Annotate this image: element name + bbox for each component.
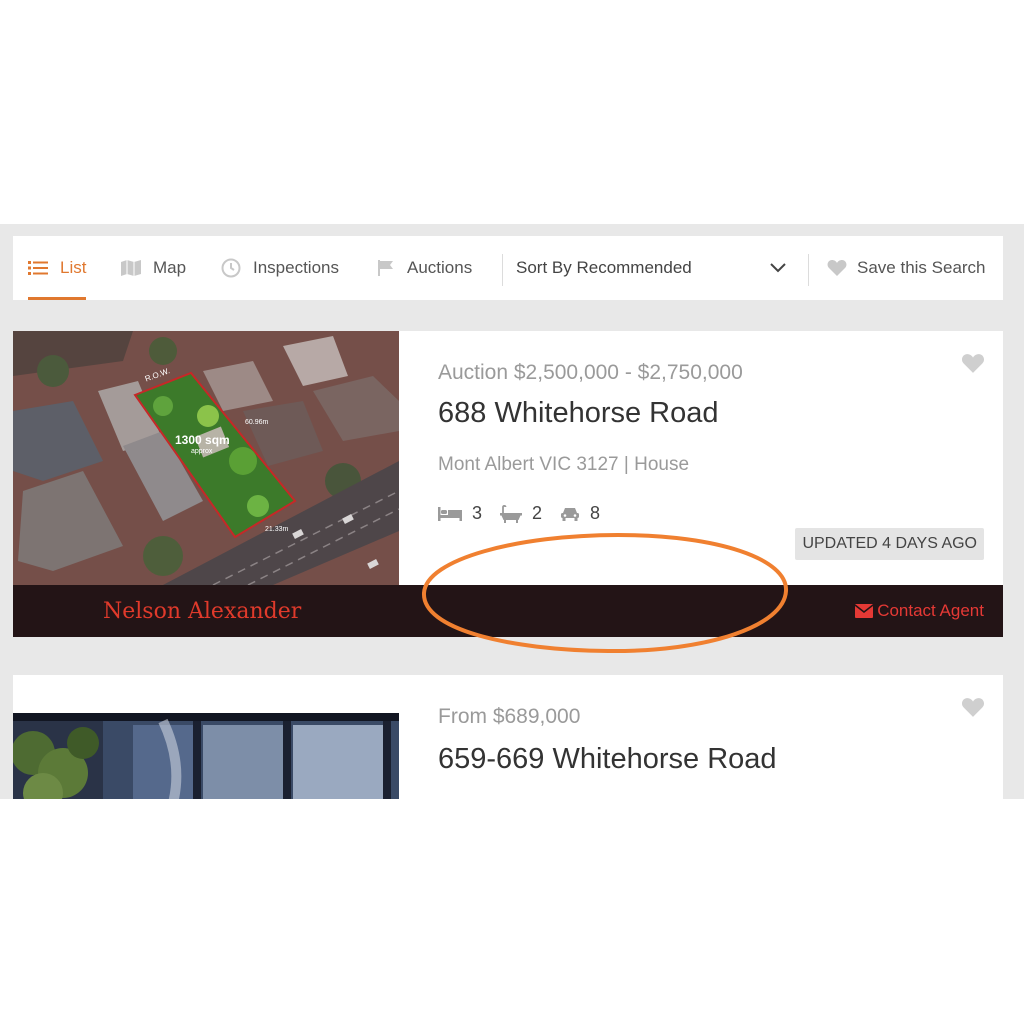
bath-icon xyxy=(500,504,523,523)
cars-count: 8 xyxy=(590,503,601,523)
cars-feature: 8 xyxy=(560,503,600,524)
tab-map[interactable]: Map xyxy=(121,236,186,300)
property-aerial-photo[interactable]: 1300 sqm approx R.O.W. 60.96m 21.33m xyxy=(13,331,399,585)
toolbar-divider xyxy=(808,254,809,286)
baths-feature: 2 xyxy=(500,503,542,524)
chevron-down-icon xyxy=(770,263,786,273)
envelope-icon xyxy=(855,604,874,618)
sort-label: Sort By Recommended xyxy=(516,258,692,277)
beds-count: 3 xyxy=(472,503,483,523)
bed-icon xyxy=(438,506,462,521)
area-label: 1300 sqm xyxy=(175,433,230,447)
tab-list-label: List xyxy=(60,258,87,277)
tab-inspections-label: Inspections xyxy=(253,258,339,277)
area-note: approx xyxy=(191,448,213,455)
map-icon xyxy=(121,260,141,276)
list-icon xyxy=(28,261,48,275)
listing-card[interactable]: From $689,000 659-669 Whitehorse Road xyxy=(13,675,1003,799)
listing-address[interactable]: 688 Whitehorse Road xyxy=(438,397,719,430)
updated-badge: UPDATED 4 DAYS AGO xyxy=(795,528,984,560)
listing-price: From $689,000 xyxy=(438,705,581,728)
tab-map-label: Map xyxy=(153,258,187,277)
tab-auctions[interactable]: Auctions xyxy=(377,236,472,300)
beds-feature: 3 xyxy=(438,503,482,524)
agent-bar: Nelson Alexander Contact Agent xyxy=(13,585,1003,637)
listing-card[interactable]: 1300 sqm approx R.O.W. 60.96m 21.33m Auc… xyxy=(13,331,1003,637)
baths-count: 2 xyxy=(532,503,543,523)
contact-agent-button[interactable]: Contact Agent xyxy=(855,601,984,621)
tab-auctions-label: Auctions xyxy=(407,258,473,277)
heart-icon xyxy=(961,354,985,373)
results-area: List Map Inspections Auctions Sort By Re… xyxy=(0,224,1024,799)
tab-list[interactable]: List xyxy=(28,236,87,300)
flag-icon xyxy=(378,260,393,276)
clock-icon xyxy=(221,258,241,278)
favourite-button[interactable] xyxy=(961,697,985,723)
favourite-button[interactable] xyxy=(961,353,985,379)
results-toolbar: List Map Inspections Auctions Sort By Re… xyxy=(13,236,1003,300)
side-dimension: 60.96m xyxy=(245,419,269,426)
heart-icon xyxy=(961,698,985,717)
contact-agent-label: Contact Agent xyxy=(877,601,984,620)
sort-dropdown[interactable]: Sort By Recommended xyxy=(516,236,786,300)
listing-suburb: Mont Albert VIC 3127 | House xyxy=(438,454,690,475)
property-photo[interactable] xyxy=(13,713,399,799)
listing-price: Auction $2,500,000 - $2,750,000 xyxy=(438,361,743,384)
agency-logo[interactable]: Nelson Alexander xyxy=(103,599,301,624)
save-search-label: Save this Search xyxy=(857,258,986,277)
front-dimension: 21.33m xyxy=(265,526,289,533)
toolbar-divider xyxy=(502,254,503,286)
listing-features: 3 2 8 xyxy=(438,503,618,524)
tab-inspections[interactable]: Inspections xyxy=(221,236,339,300)
heart-icon xyxy=(827,260,847,276)
car-icon xyxy=(561,507,580,521)
save-search-button[interactable]: Save this Search xyxy=(827,236,986,300)
listing-address[interactable]: 659-669 Whitehorse Road xyxy=(438,743,777,776)
